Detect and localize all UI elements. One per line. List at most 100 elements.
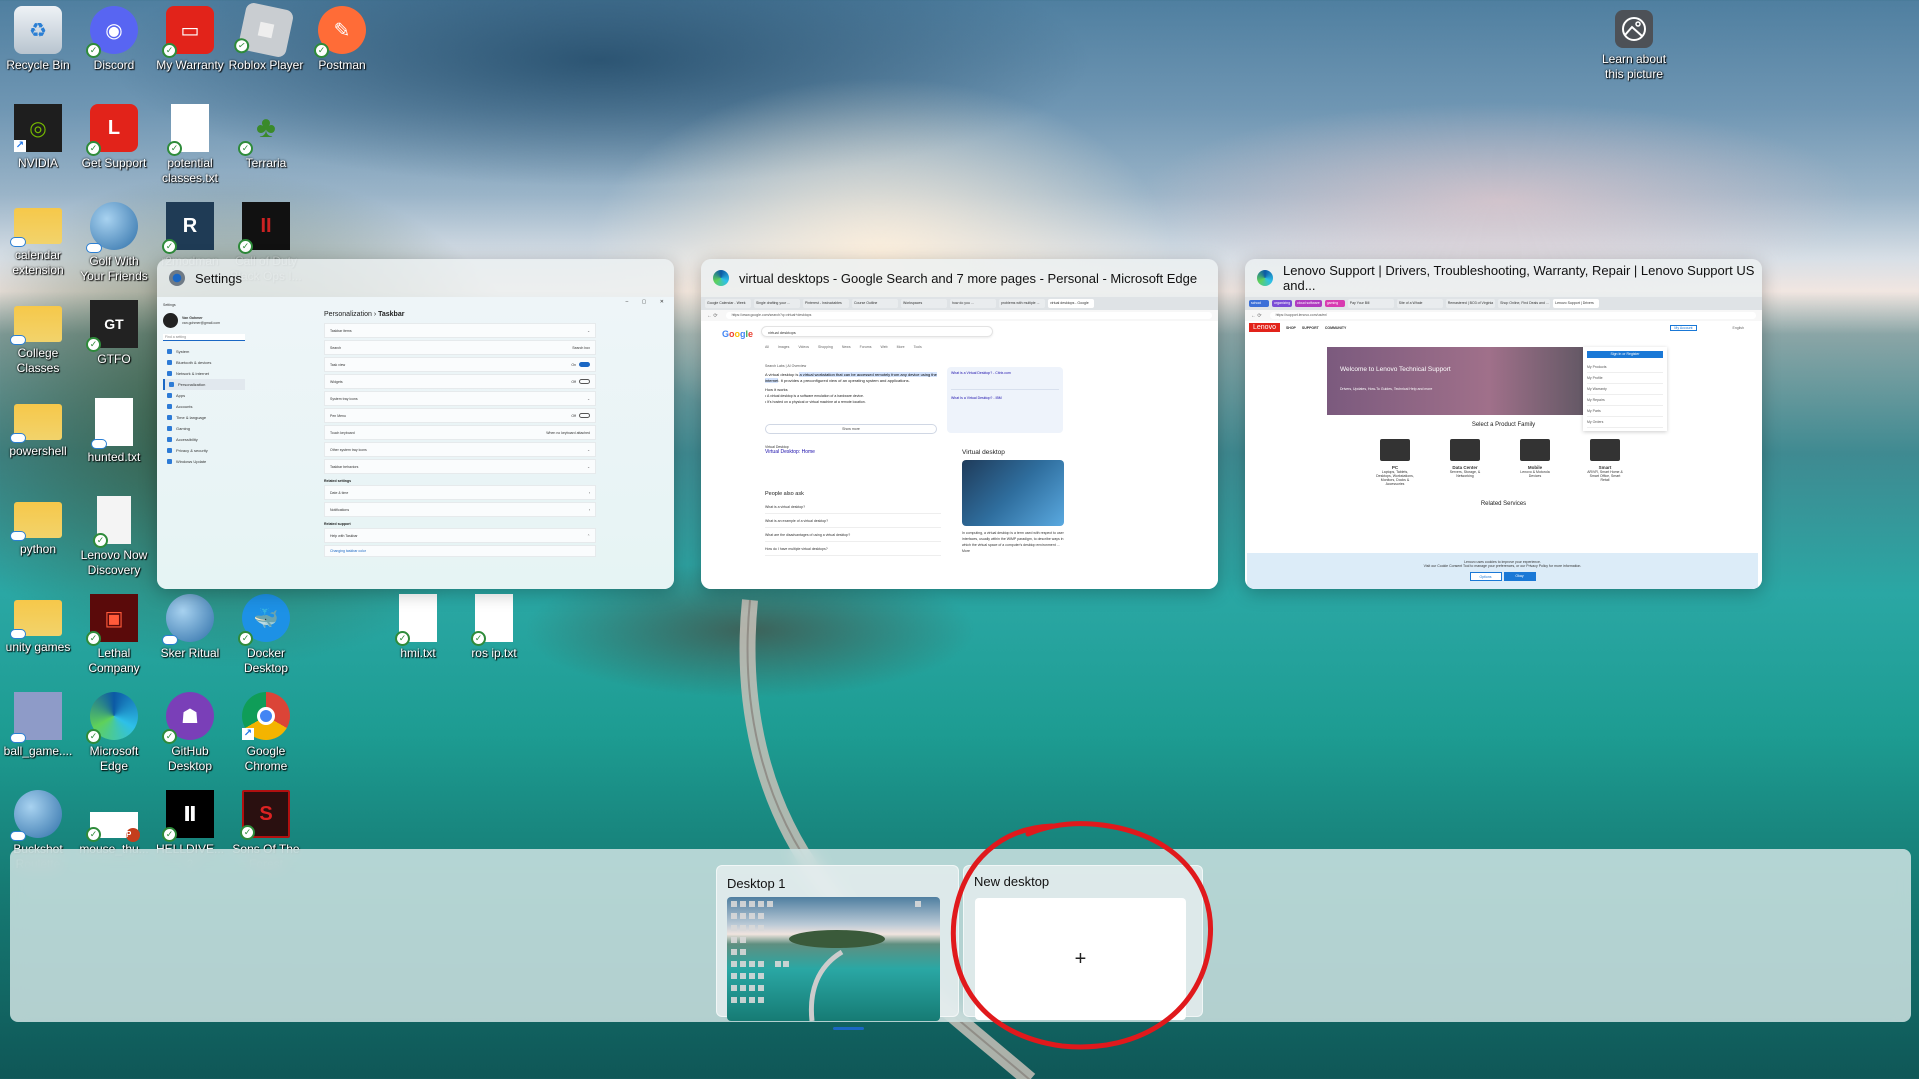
desktop-icon-golf-with-your-friends[interactable]: Golf With Your Friends [76, 202, 152, 284]
desktop-icon-hunted-txt[interactable]: hunted.txt [76, 398, 152, 465]
setting-value: ⌄ [587, 447, 590, 452]
lenovo-nav-item: COMMUNITY [1324, 325, 1347, 330]
chevron-right-icon: › [588, 490, 590, 495]
icon-label: Get Support [81, 156, 147, 170]
setting-label: Touch keyboard [330, 430, 355, 435]
desktop-icon-github-desktop[interactable]: ☗ ✓ GitHub Desktop [152, 692, 228, 774]
desktop-icon-google-chrome[interactable]: ↗ Google Chrome [228, 692, 304, 774]
desktop-icon-nvidia[interactable]: ◎ ↗ NVIDIA [0, 104, 76, 171]
sidebar-item-icon [167, 393, 172, 398]
icon-label: GTFO [97, 352, 131, 366]
desktop-icon-roblox-player[interactable]: ✓ Roblox Player [228, 1, 304, 73]
lenovo-logo: Lenovo [1249, 323, 1280, 332]
settings-card: Widgets Off [324, 374, 596, 389]
sidebar-item-icon [167, 459, 172, 464]
warranty-icon: ▭ ✓ [162, 6, 214, 58]
product-family-desc: Lenovo & Motorola Devices [1520, 470, 1550, 478]
lenovo-nav-item: SUPPORT [1301, 325, 1319, 330]
desktop-icon-ball-game[interactable]: ball_game.... [0, 692, 76, 759]
product-family-desc: AR/VR, Smart Home & Smart Office, Smart … [1587, 470, 1623, 482]
desktop-icon-lenovo-now[interactable]: ✓ Lenovo Now Discovery [76, 496, 152, 578]
google-tab: Forums [859, 345, 872, 349]
task-view-window-settings[interactable]: Settings – ▢ ✕ Settings Van Gohmer van.go… [157, 259, 674, 589]
cloud-icon [10, 831, 26, 841]
desktop-icon-lethal-company[interactable]: ▣ ✓ Lethal Company [76, 594, 152, 676]
sidebar-item: Gaming [163, 423, 245, 434]
show-more-button: Show more [765, 424, 937, 434]
desktop-icon-python[interactable]: python [0, 496, 76, 557]
sidebar-item-icon [167, 437, 172, 442]
icon-label: Roblox Player [228, 58, 304, 72]
settings-card: Taskbar behaviors ⌄ [324, 459, 596, 474]
desktop-icon-potential-classes[interactable]: ✓ potential classes.txt [152, 104, 228, 186]
cloud-icon [10, 335, 26, 345]
thumbnail-art [731, 901, 921, 1021]
icon-label: Terraria [245, 156, 287, 170]
setting-value: ⌄ [587, 328, 590, 333]
sync-check-icon: ✓ [395, 631, 410, 646]
desktop-card-desktop-1[interactable]: Desktop 1 [716, 865, 959, 1030]
desktop-icon-powershell[interactable]: powershell [0, 398, 76, 459]
cloud-icon [91, 439, 107, 449]
setting-value: ⌄ [587, 464, 590, 469]
sync-check-icon: ✓ [86, 729, 101, 744]
tab-group: gaming [1324, 300, 1345, 307]
sync-check-icon: ✓ [162, 239, 177, 254]
sidebar-item-icon [169, 382, 174, 387]
nvidia-icon: ◎ ↗ [14, 104, 62, 152]
sync-check-icon: ✓ [162, 43, 177, 58]
desktop-icon-gtfo[interactable]: GT ✓ GTFO [76, 300, 152, 367]
learn-about-picture[interactable]: Learn about this picture [1598, 10, 1670, 82]
desktop-icon-microsoft-edge[interactable]: ✓ Microsoft Edge [76, 692, 152, 774]
search-result: Virtual Desktop Virtual Desktop: Home [765, 445, 815, 455]
section-heading: Related Services [1480, 501, 1527, 507]
desktop-icon-calendar-extension[interactable]: calendar extension [0, 202, 76, 278]
sidebar-item-label: Time & language [176, 415, 207, 420]
new-desktop-tile[interactable]: + [975, 898, 1186, 1020]
cloud-icon [10, 237, 26, 247]
sync-check-icon: ✓ [86, 43, 101, 58]
chevron-right-icon: › [588, 507, 590, 512]
google-tab: More [896, 345, 905, 349]
desktop-icon-docker-desktop[interactable]: 🐳 ✓ Docker Desktop [228, 594, 304, 676]
helldivers-icon: Ⅱ ✓ [162, 790, 214, 842]
text-file-icon: ✓ [395, 594, 437, 646]
roblox-icon: ✓ [232, 1, 295, 59]
ai-sources: What is a Virtual Desktop? - Citrix.com … [947, 367, 1063, 433]
product-family-image [1380, 439, 1410, 461]
desktop-icon-college-classes[interactable]: College Classes [0, 300, 76, 376]
desktop-icon-postman[interactable]: ✎ ✓ Postman [304, 6, 380, 73]
ai-overview: Search Labs | AI Overview A virtual desk… [765, 363, 940, 405]
sidebar-item-label: Privacy & security [176, 448, 208, 453]
toggle-switch [579, 362, 590, 367]
desktop-icon-terraria[interactable]: ♣ ✓ Terraria [228, 104, 304, 171]
recycle-bin-icon: ♻ [14, 6, 62, 54]
browser-tab: Course Outline [852, 299, 898, 308]
blank-file-icon: ✓ [93, 496, 131, 548]
new-desktop-button[interactable]: New desktop + [963, 865, 1203, 1020]
globe-icon [86, 202, 138, 253]
discord-icon: ◉ ✓ [86, 6, 138, 58]
desktop-icon-hmi-txt[interactable]: ✓ hmi.txt [380, 594, 456, 661]
desktop-icon-recycle-bin[interactable]: ♻ Recycle Bin [0, 6, 76, 73]
desktop-icon-my-warranty[interactable]: ▭ ✓ My Warranty [152, 6, 228, 73]
icon-label: Learn about this picture [1601, 52, 1667, 81]
account-menu-item: My Warranty [1587, 384, 1663, 395]
sidebar-item-label: Windows Update [176, 459, 207, 464]
help-link-card: Changing taskbar color [324, 545, 596, 557]
task-view-window-edge-lenovo[interactable]: Lenovo Support | Drivers, Troubleshootin… [1245, 259, 1762, 589]
window-preview: school organizing cloud software gaming Pay … [1245, 297, 1762, 589]
desktop-icon-get-support[interactable]: L ✓ Get Support [76, 104, 152, 171]
desktop-icon-mouse-thu[interactable]: P✓ mouse_thu... [76, 790, 152, 857]
active-desktop-indicator [833, 1027, 864, 1030]
section-heading: Select a Product Family [1471, 422, 1536, 428]
task-view-window-edge-google[interactable]: virtual desktops - Google Search and 7 m… [701, 259, 1218, 589]
desktop-icon-ros-ip-txt[interactable]: ✓ ros ip.txt [456, 594, 532, 661]
desktop-icon-discord[interactable]: ◉ ✓ Discord [76, 6, 152, 73]
tab-group: cloud software [1295, 300, 1322, 307]
sidebar-item-label: Accounts [176, 404, 193, 409]
settings-card: Task view On [324, 357, 596, 372]
desktop-icon-unity-games[interactable]: unity games [0, 594, 76, 655]
browser-tab: virtual desktops - Google [1048, 299, 1094, 308]
desktop-icon-sker-ritual[interactable]: Sker Ritual [152, 594, 228, 661]
